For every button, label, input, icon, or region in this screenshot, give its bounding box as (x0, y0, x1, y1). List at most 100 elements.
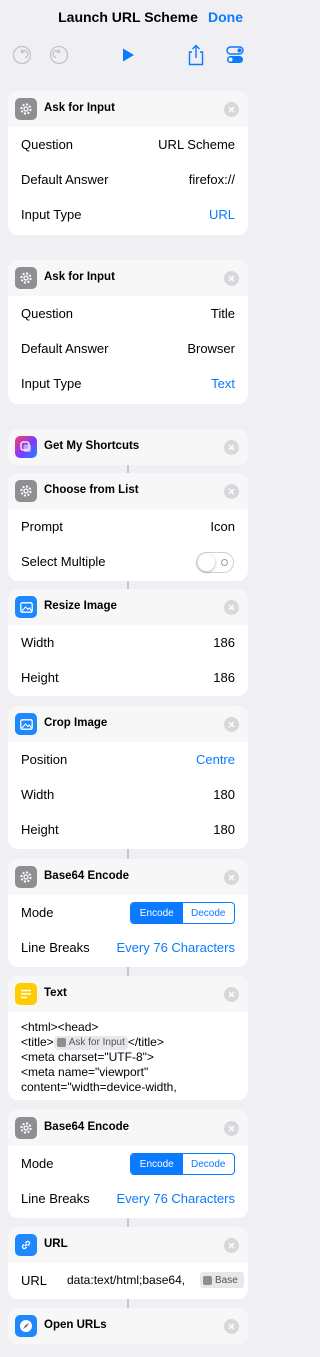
gear-icon (15, 98, 37, 120)
row-value[interactable]: Browser (187, 341, 235, 356)
row-value[interactable]: URL Scheme (158, 137, 235, 152)
width-row[interactable]: Width 186 (8, 625, 248, 660)
action-open-urls[interactable]: Open URLs (8, 1308, 248, 1344)
action-base64-encode[interactable]: Base64 Encode Mode Encode Decode Line Br… (8, 859, 248, 967)
text-line: <meta charset="UTF-8"> (21, 1050, 154, 1064)
close-icon[interactable] (224, 1238, 239, 1253)
variable-token[interactable]: Ask for Input (53, 1035, 128, 1050)
undo-icon[interactable] (11, 44, 33, 66)
action-title: Get My Shortcuts (44, 440, 140, 452)
row-label: Line Breaks (21, 1191, 90, 1206)
text-line: <title> Ask for Input </title> (21, 1035, 235, 1050)
row-value[interactable]: 186 (213, 635, 235, 650)
action-header: Resize Image (8, 589, 248, 625)
text-editor[interactable]: <html><head> <title> Ask for Input </title… (8, 1012, 248, 1100)
close-icon[interactable] (224, 440, 239, 455)
image-icon (15, 596, 37, 618)
text-line: <meta name="viewport" (21, 1065, 149, 1079)
row-value[interactable]: 180 (213, 787, 235, 802)
line-breaks-row[interactable]: Line Breaks Every 76 Characters (8, 930, 248, 965)
question-row[interactable]: Question Title (8, 296, 248, 331)
action-resize-image[interactable]: Resize Image Width 186 Height 186 (8, 589, 248, 696)
row-value[interactable]: 180 (213, 822, 235, 837)
segment-encode[interactable]: Encode (131, 903, 183, 923)
share-icon[interactable] (185, 44, 207, 66)
question-row[interactable]: Question URL Scheme (8, 127, 248, 162)
text-line: content="width=device-width, (21, 1080, 177, 1094)
action-header: Crop Image (8, 706, 248, 742)
row-label: Height (21, 822, 59, 837)
variable-token[interactable]: Base (200, 1272, 244, 1288)
row-value[interactable]: Centre (196, 752, 235, 767)
action-crop-image[interactable]: Crop Image Position Centre Width 180 Heigh… (8, 706, 248, 849)
action-ask-for-input[interactable]: Ask for Input Question Title Default Answ… (8, 260, 248, 404)
action-header: Open URLs (8, 1308, 248, 1344)
row-value[interactable]: Every 76 Characters (117, 1191, 236, 1206)
gear-icon (15, 480, 37, 502)
line-breaks-row[interactable]: Line Breaks Every 76 Characters (8, 1181, 248, 1216)
close-icon[interactable] (224, 102, 239, 117)
position-row[interactable]: Position Centre (8, 742, 248, 777)
action-header: Base64 Encode (8, 1110, 248, 1146)
settings-toggle-icon[interactable] (224, 44, 246, 66)
height-row[interactable]: Height 186 (8, 660, 248, 695)
mode-row: Mode Encode Decode (8, 1146, 248, 1181)
close-icon[interactable] (224, 271, 239, 286)
action-text[interactable]: Text <html><head> <title> Ask for Input </… (8, 976, 248, 1100)
row-label: Height (21, 670, 59, 685)
action-url[interactable]: URL URL data:text/html;base64, Base (8, 1227, 248, 1299)
image-icon (15, 713, 37, 735)
segment-encode[interactable]: Encode (131, 1154, 183, 1174)
url-value[interactable]: data:text/html;base64, (67, 1273, 185, 1287)
segment-decode[interactable]: Decode (183, 1154, 235, 1174)
row-value[interactable]: Title (211, 306, 235, 321)
url-row[interactable]: URL data:text/html;base64, Base (8, 1263, 248, 1298)
row-label: Question (21, 137, 74, 152)
row-label: Input Type (21, 207, 82, 222)
row-value[interactable]: firefox:// (189, 172, 235, 187)
action-choose-from-list[interactable]: Choose from List Prompt Icon Select Multi… (8, 473, 248, 581)
mode-segmented-control: Encode Decode (130, 902, 235, 924)
action-title: Open URLs (44, 1319, 107, 1331)
close-icon[interactable] (224, 600, 239, 615)
action-header: Ask for Input (8, 260, 248, 296)
width-row[interactable]: Width 180 (8, 777, 248, 812)
connector-line (127, 465, 129, 473)
redo-icon[interactable] (48, 44, 70, 66)
close-icon[interactable] (224, 1319, 239, 1334)
compass-icon (15, 1315, 37, 1337)
close-icon[interactable] (224, 870, 239, 885)
default-answer-row[interactable]: Default Answer Browser (8, 331, 248, 366)
prompt-row[interactable]: Prompt Icon (8, 509, 248, 544)
toggle-knob (198, 554, 215, 571)
input-type-row[interactable]: Input Type URL (8, 197, 248, 232)
done-button[interactable]: Done (208, 9, 243, 25)
default-answer-row[interactable]: Default Answer firefox:// (8, 162, 248, 197)
connector-line (127, 1299, 129, 1308)
row-value[interactable]: Every 76 Characters (117, 940, 236, 955)
row-value[interactable]: 186 (213, 670, 235, 685)
row-label: Prompt (21, 519, 63, 534)
row-label: Line Breaks (21, 940, 90, 955)
action-ask-for-input[interactable]: Ask for Input Question URL Scheme Default… (8, 91, 248, 235)
close-icon[interactable] (224, 1121, 239, 1136)
input-type-row[interactable]: Input Type Text (8, 366, 248, 401)
row-value[interactable]: URL (209, 207, 235, 222)
action-title: Ask for Input (44, 102, 115, 114)
connector-line (127, 967, 129, 976)
close-icon[interactable] (224, 717, 239, 732)
height-row[interactable]: Height 180 (8, 812, 248, 847)
action-get-my-shortcuts[interactable]: Get My Shortcuts (8, 429, 248, 465)
play-icon[interactable] (117, 44, 139, 66)
close-icon[interactable] (224, 987, 239, 1002)
close-icon[interactable] (224, 484, 239, 499)
row-value[interactable]: Text (211, 376, 235, 391)
segment-decode[interactable]: Decode (183, 903, 235, 923)
action-header: URL (8, 1227, 248, 1263)
action-title: Ask for Input (44, 271, 115, 283)
action-title: Base64 Encode (44, 870, 130, 882)
row-value[interactable]: Icon (210, 519, 235, 534)
select-multiple-toggle[interactable] (196, 552, 234, 573)
action-base64-encode[interactable]: Base64 Encode Mode Encode Decode Line Br… (8, 1110, 248, 1218)
connector-line (127, 849, 129, 859)
